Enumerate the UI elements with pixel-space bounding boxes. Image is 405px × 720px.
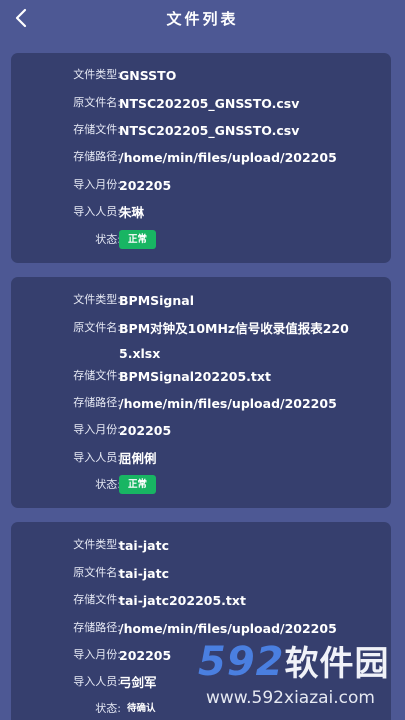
field-path: 存储路径: /home/min/files/upload/202205	[11, 618, 391, 638]
field-value: BPM对钟及10MHz信号收录值报表2205.xlsx	[119, 321, 349, 361]
field-label: 存储路径:	[73, 150, 121, 163]
field-value: 202205	[119, 648, 172, 663]
field-original-name: 原文件名: BPM对钟及10MHz信号收录值报表2205.xlsx	[11, 318, 391, 362]
field-label: 状态:	[95, 702, 121, 715]
chevron-left-icon	[15, 8, 27, 28]
field-value: /home/min/files/upload/202205	[119, 621, 337, 636]
field-path: 存储路径: /home/min/files/upload/202205	[11, 147, 391, 167]
field-original-name: 原文件名: NTSC202205_GNSSTO.csv	[11, 93, 391, 113]
field-label: 状态:	[95, 233, 121, 246]
field-status: 状态: 待确认	[11, 699, 391, 719]
field-type: 文件类型: BPMSignal	[11, 290, 391, 310]
field-label: 导入人员:	[73, 205, 121, 218]
top-bar: 文件列表	[0, 0, 405, 36]
field-person: 导入人员: 弓剑军	[11, 672, 391, 692]
field-value: 202205	[119, 178, 172, 193]
status-badge: 正常	[119, 230, 157, 249]
field-value: NTSC202205_GNSSTO.csv	[119, 123, 300, 138]
field-value: /home/min/files/upload/202205	[119, 396, 337, 411]
field-label: 存储路径:	[73, 621, 121, 634]
field-label: 原文件名:	[73, 566, 121, 579]
field-path: 存储路径: /home/min/files/upload/202205	[11, 393, 391, 413]
file-card[interactable]: 文件类型: tai-jatc 原文件名: tai-jatc 存储文件: tai-…	[11, 522, 391, 720]
field-value: BPMSignal202205.txt	[119, 369, 271, 384]
field-label: 导入月份:	[73, 178, 121, 191]
field-value: tai-jatc	[119, 566, 169, 581]
field-stored-file: 存储文件: BPMSignal202205.txt	[11, 366, 391, 386]
field-label: 文件类型:	[73, 293, 121, 306]
field-label: 文件类型:	[73, 68, 121, 81]
field-label: 导入人员:	[73, 451, 121, 464]
field-value: 屈俐俐	[119, 451, 157, 466]
field-label: 存储文件:	[73, 123, 121, 136]
field-label: 导入月份:	[73, 423, 121, 436]
field-label: 导入月份:	[73, 648, 121, 661]
field-value: tai-jatc202205.txt	[119, 593, 246, 608]
back-button[interactable]	[8, 5, 34, 31]
field-label: 原文件名:	[73, 321, 121, 334]
field-person: 导入人员: 屈俐俐	[11, 448, 391, 468]
field-month: 导入月份: 202205	[11, 420, 391, 440]
file-card[interactable]: 文件类型: BPMSignal 原文件名: BPM对钟及10MHz信号收录值报表…	[11, 277, 391, 508]
file-card[interactable]: 文件类型: GNSSTO 原文件名: NTSC202205_GNSSTO.csv…	[11, 53, 391, 263]
field-value: 弓剑军	[119, 675, 157, 690]
field-label: 存储文件:	[73, 369, 121, 382]
field-label: 原文件名:	[73, 96, 121, 109]
field-month: 导入月份: 202205	[11, 175, 391, 195]
field-status: 状态: 正常	[11, 230, 391, 250]
field-value: BPMSignal	[119, 293, 194, 308]
field-value: tai-jatc	[119, 538, 169, 553]
field-value: 朱琳	[119, 205, 145, 220]
page-title: 文件列表	[166, 9, 239, 28]
field-status: 状态: 正常	[11, 475, 391, 495]
field-value: GNSSTO	[119, 68, 177, 83]
field-stored-file: 存储文件: tai-jatc202205.txt	[11, 590, 391, 610]
field-stored-file: 存储文件: NTSC202205_GNSSTO.csv	[11, 120, 391, 140]
field-value: 202205	[119, 423, 172, 438]
field-value: /home/min/files/upload/202205	[119, 150, 337, 165]
field-original-name: 原文件名: tai-jatc	[11, 563, 391, 583]
status-badge: 正常	[119, 475, 157, 494]
field-person: 导入人员: 朱琳	[11, 202, 391, 222]
field-type: 文件类型: tai-jatc	[11, 535, 391, 555]
field-month: 导入月份: 202205	[11, 645, 391, 665]
field-type: 文件类型: GNSSTO	[11, 65, 391, 85]
field-label: 状态:	[95, 478, 121, 491]
field-label: 导入人员:	[73, 675, 121, 688]
status-badge: 待确认	[127, 703, 156, 714]
field-label: 存储文件:	[73, 593, 121, 606]
field-value: NTSC202205_GNSSTO.csv	[119, 96, 300, 111]
field-label: 存储路径:	[73, 396, 121, 409]
field-label: 文件类型:	[73, 538, 121, 551]
